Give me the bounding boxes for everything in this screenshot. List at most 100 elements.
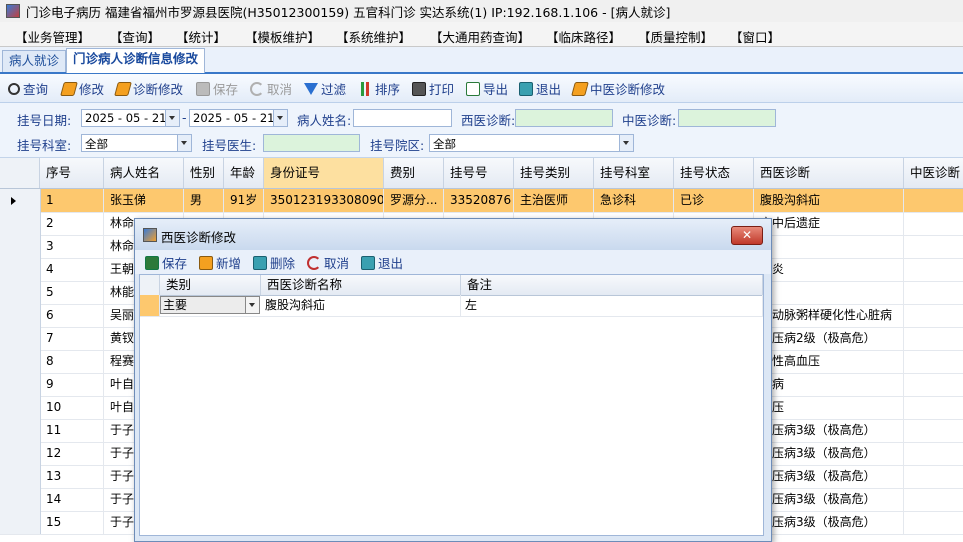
table-cell[interactable] bbox=[904, 350, 963, 373]
row-header[interactable] bbox=[0, 304, 41, 327]
table-cell[interactable] bbox=[904, 465, 963, 488]
dialog-delete-button[interactable]: 删除 bbox=[253, 253, 295, 272]
tcm-diagnosis-modify-button[interactable]: 中医诊断修改 bbox=[571, 79, 665, 98]
col-diagnosis-name[interactable]: 西医诊断名称 bbox=[261, 275, 461, 295]
table-cell[interactable]: 卒中后遗症 bbox=[754, 212, 904, 235]
table-cell[interactable] bbox=[904, 258, 963, 281]
table-cell[interactable]: 5 bbox=[40, 281, 104, 304]
table-cell[interactable]: 33520876 bbox=[444, 189, 514, 212]
table-cell[interactable]: 35012319330809081X bbox=[264, 189, 384, 212]
tab-diagnosis-modify[interactable]: 门诊病人诊断信息修改 bbox=[66, 48, 206, 73]
table-cell[interactable]: 血压病3级（极高危） bbox=[754, 419, 904, 442]
row-header[interactable] bbox=[0, 419, 41, 442]
diagnosis-name-cell[interactable]: 腹股沟斜疝 bbox=[261, 295, 461, 316]
row-header[interactable] bbox=[0, 373, 41, 396]
campus-select[interactable]: 全部 bbox=[429, 134, 634, 152]
table-cell[interactable]: 血压病3级（极高危） bbox=[754, 488, 904, 511]
chevron-down-icon[interactable] bbox=[165, 110, 179, 126]
table-cell[interactable]: 15 bbox=[40, 511, 104, 534]
table-cell[interactable]: 4 bbox=[40, 258, 104, 281]
table-cell[interactable]: 张玉俤 bbox=[104, 189, 184, 212]
table-cell[interactable]: 1 bbox=[40, 189, 104, 212]
col-western-diagnosis[interactable]: 西医诊断 bbox=[754, 158, 904, 188]
col-reg-no[interactable]: 挂号号 bbox=[444, 158, 514, 188]
category-select[interactable]: 主要 bbox=[160, 296, 260, 314]
row-header[interactable] bbox=[0, 281, 41, 304]
col-age[interactable]: 年龄 bbox=[224, 158, 264, 188]
col-seq[interactable]: 序号 bbox=[40, 158, 104, 188]
tab-patient-visit[interactable]: 病人就诊 bbox=[2, 50, 67, 72]
menu-query[interactable]: 【查询】 bbox=[110, 27, 160, 46]
table-cell[interactable] bbox=[904, 442, 963, 465]
query-button[interactable]: 查询 bbox=[8, 79, 48, 98]
table-cell[interactable]: 6 bbox=[40, 304, 104, 327]
chevron-down-icon[interactable] bbox=[619, 135, 633, 151]
filter-button[interactable]: 过滤 bbox=[304, 79, 346, 98]
col-gender[interactable]: 性别 bbox=[184, 158, 224, 188]
table-cell[interactable]: 9 bbox=[40, 373, 104, 396]
col-reg-status[interactable]: 挂号状态 bbox=[674, 158, 754, 188]
col-tcm-diagnosis[interactable]: 中医诊断 bbox=[904, 158, 963, 188]
chevron-down-icon[interactable] bbox=[177, 135, 191, 151]
row-header[interactable] bbox=[0, 258, 41, 281]
table-cell[interactable]: 血压病3级（极高危） bbox=[754, 511, 904, 534]
chevron-down-icon[interactable] bbox=[273, 110, 287, 126]
table-cell[interactable]: 14 bbox=[40, 488, 104, 511]
row-header[interactable] bbox=[0, 235, 41, 258]
table-cell[interactable] bbox=[904, 189, 963, 212]
row-header[interactable] bbox=[0, 465, 41, 488]
table-cell[interactable]: 血压病3级（极高危） bbox=[754, 442, 904, 465]
tcm-diagnosis-field[interactable] bbox=[678, 109, 776, 127]
col-note[interactable]: 备注 bbox=[461, 275, 763, 295]
row-header[interactable] bbox=[0, 327, 41, 350]
table-cell[interactable]: 晕 bbox=[754, 281, 904, 304]
reg-date-from-field[interactable]: 2025 - 05 - 21 bbox=[81, 109, 180, 127]
table-cell[interactable]: 11 bbox=[40, 419, 104, 442]
table-cell[interactable] bbox=[904, 419, 963, 442]
table-cell[interactable] bbox=[904, 488, 963, 511]
table-cell[interactable]: 13 bbox=[40, 465, 104, 488]
col-reg-type[interactable]: 挂号类别 bbox=[514, 158, 594, 188]
reg-date-to-field[interactable]: 2025 - 05 - 21 bbox=[189, 109, 288, 127]
dialog-cancel-button[interactable]: 取消 bbox=[307, 253, 349, 272]
diagnosis-row[interactable]: 主要 腹股沟斜疝 左 bbox=[140, 295, 763, 317]
table-cell[interactable] bbox=[904, 235, 963, 258]
table-cell[interactable] bbox=[904, 373, 963, 396]
table-cell[interactable] bbox=[904, 212, 963, 235]
print-button[interactable]: 打印 bbox=[412, 79, 454, 98]
patient-name-field[interactable] bbox=[353, 109, 452, 127]
col-patient-name[interactable]: 病人姓名 bbox=[104, 158, 184, 188]
table-cell[interactable]: 血压 bbox=[754, 396, 904, 419]
menu-window[interactable]: 【窗口】 bbox=[730, 27, 780, 46]
western-diagnosis-field[interactable] bbox=[515, 109, 613, 127]
table-cell[interactable]: 10 bbox=[40, 396, 104, 419]
table-cell[interactable]: 3 bbox=[40, 235, 104, 258]
save-button[interactable]: 保存 bbox=[196, 79, 238, 98]
table-cell[interactable]: 发性高血压 bbox=[754, 350, 904, 373]
menu-system[interactable]: 【系统维护】 bbox=[336, 27, 411, 46]
table-cell[interactable]: 急诊科 bbox=[594, 189, 674, 212]
dept-select[interactable]: 全部 bbox=[81, 134, 192, 152]
table-cell[interactable] bbox=[904, 304, 963, 327]
table-cell[interactable]: 血压病2级（极高危） bbox=[754, 327, 904, 350]
menu-pathway[interactable]: 【临床路径】 bbox=[546, 27, 621, 46]
table-cell[interactable] bbox=[904, 281, 963, 304]
cancel-button[interactable]: 取消 bbox=[250, 79, 292, 98]
table-cell[interactable]: 膜炎 bbox=[754, 258, 904, 281]
table-cell[interactable] bbox=[754, 235, 904, 258]
table-cell[interactable]: 已诊 bbox=[674, 189, 754, 212]
menu-business[interactable]: 【业务管理】 bbox=[15, 27, 90, 46]
table-cell[interactable]: 8 bbox=[40, 350, 104, 373]
table-cell[interactable]: 状动脉粥样硬化性心脏病 bbox=[754, 304, 904, 327]
export-button[interactable]: 导出 bbox=[466, 79, 508, 98]
chevron-down-icon[interactable] bbox=[245, 297, 259, 313]
table-row[interactable]: 1张玉俤男91岁35012319330809081X罗源分...33520876… bbox=[0, 189, 963, 213]
row-header[interactable] bbox=[0, 189, 41, 212]
row-header[interactable] bbox=[0, 511, 41, 534]
col-reg-dept[interactable]: 挂号科室 bbox=[594, 158, 674, 188]
doctor-field[interactable] bbox=[263, 134, 360, 152]
row-header[interactable] bbox=[0, 396, 41, 419]
dialog-new-button[interactable]: 新增 bbox=[199, 253, 241, 272]
table-cell[interactable]: 2 bbox=[40, 212, 104, 235]
dialog-exit-button[interactable]: 退出 bbox=[361, 253, 403, 272]
